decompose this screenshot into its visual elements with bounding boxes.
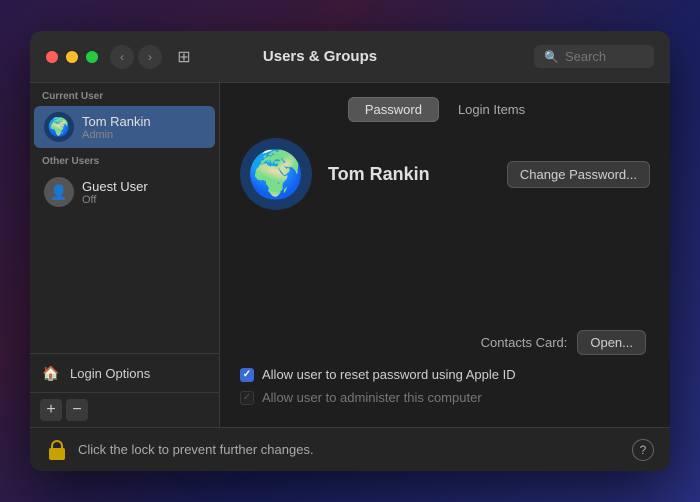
checkbox-reset-password-label: Allow user to reset password using Apple… xyxy=(262,367,516,382)
forward-button[interactable]: › xyxy=(138,45,162,69)
guest-info: Guest User Off xyxy=(82,179,148,206)
current-user-label: Current User xyxy=(30,83,219,106)
change-password-button[interactable]: Change Password... xyxy=(507,161,650,188)
search-icon: 🔍 xyxy=(544,50,559,64)
other-users-label: Other Users xyxy=(30,148,219,171)
open-contacts-button[interactable]: Open... xyxy=(577,330,646,355)
lock-button[interactable] xyxy=(46,437,68,463)
main-window: ‹ › ⊞ Users & Groups 🔍 Current User 🌍 To… xyxy=(30,31,670,471)
home-icon: 🏠 xyxy=(40,362,62,384)
bottom-bar: Click the lock to prevent further change… xyxy=(30,427,670,471)
nav-buttons: ‹ › xyxy=(110,45,162,69)
checkbox-administer: Allow user to administer this computer xyxy=(240,390,650,405)
checkbox-reset-password-check[interactable] xyxy=(240,368,254,382)
guest-user-role: Off xyxy=(82,194,148,206)
user-avatar-large: 🌍 xyxy=(240,138,312,210)
lock-status-text: Click the lock to prevent further change… xyxy=(78,442,622,457)
add-user-button[interactable]: + xyxy=(40,399,62,421)
fullscreen-button[interactable] xyxy=(86,51,98,63)
tab-bar: Password Login Items xyxy=(240,97,650,122)
contacts-row: Contacts Card: Open... xyxy=(240,330,650,355)
search-input[interactable] xyxy=(565,49,645,64)
guest-avatar: 👤 xyxy=(44,177,74,207)
sidebar-user-role: Admin xyxy=(82,129,151,141)
checkbox-reset-password[interactable]: Allow user to reset password using Apple… xyxy=(240,367,650,382)
content-area: Current User 🌍 Tom Rankin Admin Other Us… xyxy=(30,83,670,427)
back-button[interactable]: ‹ xyxy=(110,45,134,69)
tab-login-items[interactable]: Login Items xyxy=(441,97,542,122)
minimize-button[interactable] xyxy=(66,51,78,63)
lock-icon xyxy=(49,440,65,460)
main-panel: Password Login Items 🌍 Tom Rankin Change… xyxy=(220,83,670,427)
guest-user-name: Guest User xyxy=(82,179,148,194)
remove-user-button[interactable]: − xyxy=(66,399,88,421)
titlebar: ‹ › ⊞ Users & Groups 🔍 xyxy=(30,31,670,83)
sidebar-user-name: Tom Rankin xyxy=(82,114,151,129)
tab-password[interactable]: Password xyxy=(348,97,439,122)
sidebar-bottom-bar: + − xyxy=(30,392,219,427)
login-options[interactable]: 🏠 Login Options xyxy=(30,353,219,392)
main-spacer xyxy=(240,226,650,330)
checkbox-administer-label: Allow user to administer this computer xyxy=(262,390,482,405)
sidebar: Current User 🌍 Tom Rankin Admin Other Us… xyxy=(30,83,220,427)
checkbox-administer-check xyxy=(240,391,254,405)
sidebar-item-tom-rankin[interactable]: 🌍 Tom Rankin Admin xyxy=(34,106,215,148)
search-bar[interactable]: 🔍 xyxy=(534,45,654,68)
grid-icon[interactable]: ⊞ xyxy=(170,43,198,71)
close-button[interactable] xyxy=(46,51,58,63)
login-options-label: Login Options xyxy=(70,366,150,381)
traffic-lights xyxy=(46,51,98,63)
contacts-card-label: Contacts Card: xyxy=(481,335,568,350)
avatar: 🌍 xyxy=(44,112,74,142)
lock-shackle xyxy=(51,440,63,448)
user-full-name: Tom Rankin xyxy=(328,164,491,185)
window-title: Users & Groups xyxy=(206,48,434,65)
user-header: 🌍 Tom Rankin Change Password... xyxy=(240,138,650,210)
help-button[interactable]: ? xyxy=(632,439,654,461)
lock-case xyxy=(49,448,65,460)
sidebar-item-guest-user[interactable]: 👤 Guest User Off xyxy=(34,171,215,213)
user-info: Tom Rankin Admin xyxy=(82,114,151,141)
